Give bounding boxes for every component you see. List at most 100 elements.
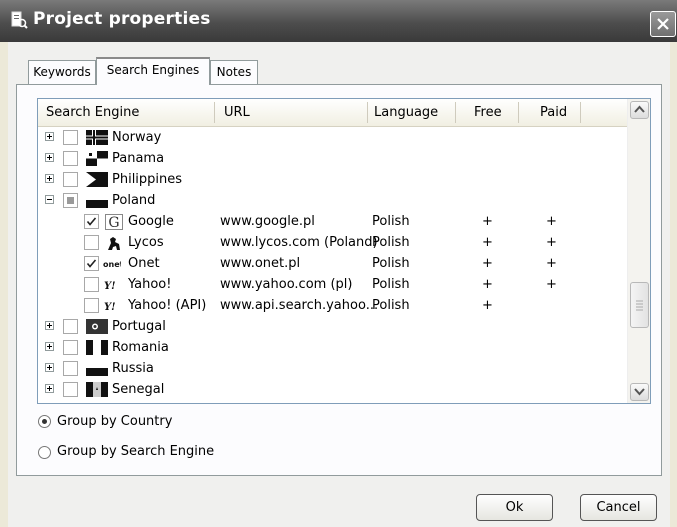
url-cell: www.yahoo.com (pl) — [220, 277, 353, 292]
url-cell: www.google.pl — [220, 214, 315, 229]
language-cell: Polish — [372, 256, 410, 271]
column-header-paid[interactable]: Paid — [540, 105, 567, 120]
expand-toggle[interactable] — [45, 174, 54, 183]
close-icon — [657, 18, 669, 30]
free-cell: + — [482, 298, 493, 313]
group-by-country-radio[interactable] — [38, 415, 51, 428]
engine-row-onet[interactable]: onet Onet www.onet.pl Polish + + — [38, 254, 627, 275]
row-label: Panama — [112, 151, 165, 166]
row-label: Norway — [112, 130, 162, 145]
philippines-flag — [86, 172, 108, 187]
column-divider[interactable] — [214, 102, 215, 123]
list-header: Search Engine URL Language Free Paid — [38, 99, 627, 127]
row-label: Senegal — [112, 382, 165, 397]
row-checkbox[interactable] — [63, 319, 78, 334]
column-header-search-engine[interactable]: Search Engine — [46, 105, 139, 120]
scroll-down-button[interactable] — [630, 383, 649, 401]
row-label: Yahoo! (API) — [128, 298, 207, 313]
row-checkbox[interactable] — [63, 172, 78, 187]
country-row-senegal[interactable]: Senegal — [38, 380, 627, 401]
expand-toggle[interactable] — [45, 132, 54, 141]
language-cell: Polish — [372, 298, 410, 313]
expand-toggle[interactable] — [45, 342, 54, 351]
group-by-search-engine-radio[interactable] — [38, 446, 51, 459]
vertical-scrollbar[interactable] — [627, 99, 650, 403]
svg-text:onet: onet — [103, 260, 121, 269]
row-checkbox[interactable] — [84, 277, 99, 292]
search-engine-list[interactable]: Search Engine URL Language Free Paid Nor… — [37, 98, 651, 404]
engine-row-lycos[interactable]: Lycos www.lycos.com (Poland) Polish + + — [38, 233, 627, 254]
tab-keywords-label: Keywords — [33, 65, 91, 79]
check-icon — [86, 259, 97, 268]
row-checkbox[interactable] — [63, 340, 78, 355]
country-row-poland[interactable]: Poland — [38, 191, 627, 212]
tab-search-engines-label: Search Engines — [106, 63, 200, 77]
project-properties-window: Project properties Keywords Search Engin… — [0, 0, 677, 527]
row-checkbox[interactable] — [63, 361, 78, 376]
column-divider[interactable] — [455, 102, 456, 123]
russia-flag — [86, 361, 108, 376]
paid-cell: + — [546, 256, 557, 271]
country-row-philippines[interactable]: Philippines — [38, 170, 627, 191]
column-divider[interactable] — [518, 102, 519, 123]
column-divider[interactable] — [367, 102, 368, 123]
paid-cell: + — [546, 277, 557, 292]
row-label: Russia — [112, 361, 154, 376]
url-cell: www.lycos.com (Poland) — [220, 235, 378, 250]
country-row-portugal[interactable]: Portugal — [38, 317, 627, 338]
row-label: Yahoo! — [128, 277, 172, 292]
row-checkbox[interactable] — [63, 382, 78, 397]
column-header-language[interactable]: Language — [374, 105, 438, 120]
svg-text:Y!: Y! — [104, 281, 116, 292]
engine-row-yahoo-api[interactable]: Y! Yahoo! (API) www.api.search.yahoo... … — [38, 296, 627, 317]
engine-row-google[interactable]: G Google www.google.pl Polish + + — [38, 212, 627, 233]
country-row-russia[interactable]: Russia — [38, 359, 627, 380]
engine-row-yahoo[interactable]: Y! Yahoo! www.yahoo.com (pl) Polish + + — [38, 275, 627, 296]
tab-search-engines[interactable]: Search Engines — [96, 57, 210, 85]
country-row-norway[interactable]: Norway — [38, 128, 627, 149]
expand-toggle[interactable] — [45, 363, 54, 372]
free-cell: + — [482, 214, 493, 229]
column-header-free[interactable]: Free — [474, 105, 502, 120]
row-checkbox[interactable] — [84, 256, 99, 271]
tab-keywords[interactable]: Keywords — [28, 60, 96, 84]
language-cell: Polish — [372, 214, 410, 229]
row-checkbox[interactable] — [63, 130, 78, 145]
lycos-icon — [108, 237, 120, 250]
close-button[interactable] — [650, 11, 676, 37]
tab-notes-label: Notes — [216, 65, 252, 79]
row-label: Philippines — [112, 172, 183, 187]
row-checkbox[interactable] — [84, 235, 99, 250]
group-by-search-engine-label[interactable]: Group by Search Engine — [57, 444, 214, 459]
title-bar[interactable]: Project properties — [0, 0, 677, 42]
row-label: Portugal — [112, 319, 166, 334]
column-divider[interactable] — [580, 102, 581, 123]
poland-flag — [86, 193, 108, 208]
window-title: Project properties — [33, 9, 211, 29]
group-by-country-label[interactable]: Group by Country — [57, 414, 172, 429]
cancel-button[interactable]: Cancel — [580, 494, 657, 521]
column-header-url[interactable]: URL — [224, 105, 250, 120]
scroll-up-button[interactable] — [630, 101, 649, 119]
row-checkbox[interactable] — [63, 151, 78, 166]
row-checkbox[interactable] — [84, 298, 99, 313]
url-cell: www.onet.pl — [220, 256, 301, 271]
row-label: Poland — [112, 193, 156, 208]
row-checkbox[interactable] — [84, 214, 99, 229]
project-properties-icon — [11, 11, 28, 29]
grip-icon — [636, 300, 643, 311]
tab-notes[interactable]: Notes — [210, 60, 258, 84]
paid-cell: + — [546, 235, 557, 250]
row-label: Onet — [128, 256, 160, 271]
expand-toggle[interactable] — [45, 384, 54, 393]
row-label: Lycos — [128, 235, 164, 250]
expand-toggle[interactable] — [45, 321, 54, 330]
country-row-panama[interactable]: Panama — [38, 149, 627, 170]
collapse-toggle[interactable] — [45, 195, 54, 204]
country-row-romania[interactable]: Romania — [38, 338, 627, 359]
free-cell: + — [482, 277, 493, 292]
ok-button[interactable]: Ok — [476, 494, 553, 521]
scroll-thumb[interactable] — [630, 282, 649, 328]
expand-toggle[interactable] — [45, 153, 54, 162]
row-checkbox[interactable] — [63, 193, 78, 208]
